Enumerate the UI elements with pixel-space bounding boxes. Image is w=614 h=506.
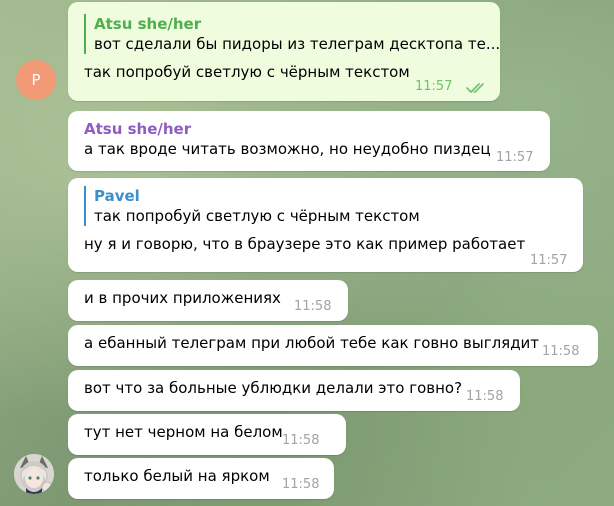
message-time: 11:57 <box>530 253 568 268</box>
avatar-letter: P <box>31 71 41 89</box>
message-text: а ебанный телеграм при любой тебе как го… <box>84 334 540 352</box>
avatar-pavel[interactable]: P <box>16 60 56 100</box>
reply-sender-name: Atsu she/her <box>94 15 202 33</box>
message-bubble-incoming[interactable]: Atsu she/her а так вроде читать возможно… <box>68 111 550 171</box>
reply-sender-name: Pavel <box>94 187 140 205</box>
message-bubble-incoming[interactable]: Pavel так попробуй светлую с чёрным текс… <box>68 178 583 272</box>
message-bubble-incoming[interactable]: тут нет черном на белом 11:58 <box>68 414 346 455</box>
reply-quote[interactable]: Pavel так попробуй светлую с чёрным текс… <box>84 186 567 226</box>
reply-text: так попробуй светлую с чёрным текстом <box>94 207 420 225</box>
message-time: 11:58 <box>282 433 320 448</box>
message-bubble-outgoing[interactable]: Atsu she/her вот сделали бы пидоры из те… <box>68 2 500 101</box>
message-bubble-incoming[interactable]: вот что за больные ублюдки делали это го… <box>68 370 520 411</box>
message-time: 11:58 <box>466 389 504 404</box>
message-bubble-incoming[interactable]: а ебанный телеграм при любой тебе как го… <box>68 325 598 366</box>
reply-text: вот сделали бы пидоры из телеграм дескто… <box>94 35 501 53</box>
double-check-icon <box>466 83 484 93</box>
message-time: 11:57 <box>496 150 534 165</box>
anime-character-avatar-icon <box>14 454 54 494</box>
reply-quote[interactable]: Atsu she/her вот сделали бы пидоры из те… <box>84 14 501 54</box>
message-time: 11:58 <box>294 299 332 314</box>
message-time: 11:57 <box>415 79 453 94</box>
message-time: 11:58 <box>282 477 320 492</box>
message-time: 11:58 <box>542 344 580 359</box>
avatar-atsu-icon[interactable] <box>14 454 54 494</box>
message-bubble-incoming[interactable]: только белый на ярком 11:58 <box>68 458 334 499</box>
message-text: вот что за больные ублюдки делали это го… <box>84 379 463 397</box>
message-bubble-incoming[interactable]: и в прочих приложениях 11:58 <box>68 280 348 321</box>
message-text: а так вроде читать возможно, но неудобно… <box>84 140 491 158</box>
message-text: ну я и говорю, что в браузере это как пр… <box>84 235 526 253</box>
sender-name[interactable]: Atsu she/her <box>84 119 534 139</box>
